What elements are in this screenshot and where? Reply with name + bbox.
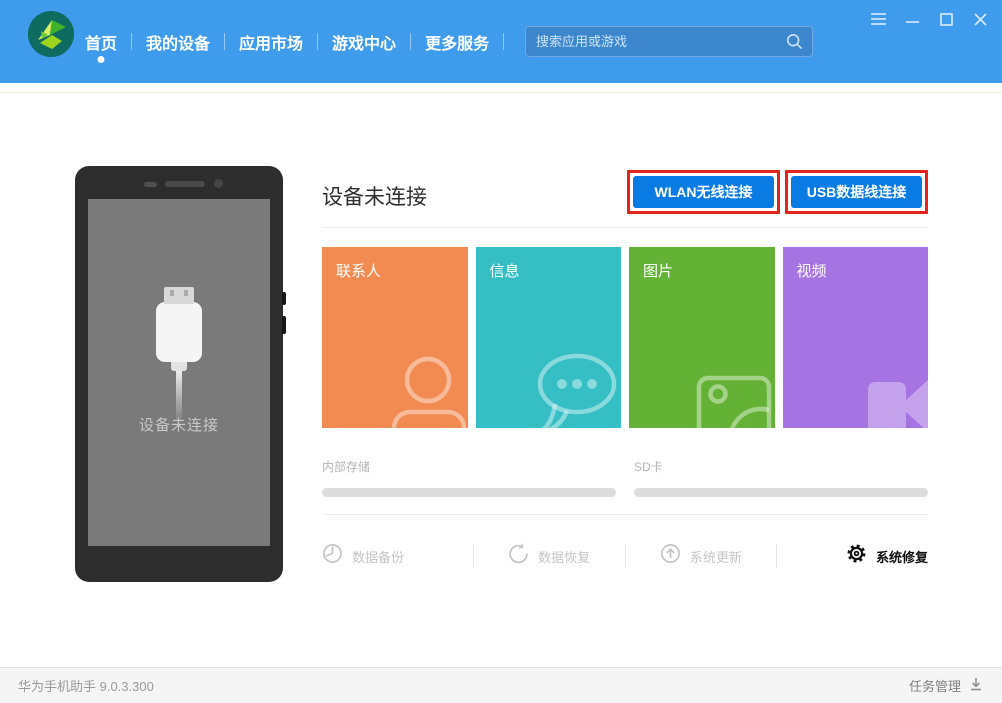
action-data-backup[interactable]: 数据备份 [322,543,473,569]
nav-item-label: 更多服务 [425,35,490,53]
nav-item-label: 首页 [85,35,118,53]
internal-storage: 内部存储 [322,458,616,497]
task-manager-label: 任务管理 [908,679,961,694]
backup-clock-icon [322,543,343,569]
nav-item-label: 游戏中心 [332,35,397,53]
status-bar: 华为手机助手 9.0.3.300 任务管理 [0,667,1002,703]
action-system-update[interactable]: 系统更新 [626,543,777,569]
nav-item-label: 应用市场 [239,35,304,53]
phone-screen: 设备未连接 [88,199,270,546]
pictures-icon [695,374,773,428]
action-data-restore[interactable]: 数据恢复 [474,543,625,569]
messages-icon [511,340,621,428]
nav-item-home[interactable]: 首页 [85,30,131,63]
nav-separator [503,33,505,50]
active-tab-dot [97,55,105,63]
contacts-icon [364,350,468,428]
nav-item-my-devices[interactable]: 我的设备 [132,30,224,54]
phone-power-button [282,316,286,334]
tile-label: 联系人 [336,263,382,280]
quick-actions-row: 数据备份 数据恢复 系统更新 系统修复 [322,541,928,571]
sd-card-storage: SD卡 [634,458,928,497]
internal-storage-bar [322,488,616,497]
header-underline [0,92,1002,93]
category-tiles: 联系人 信息 图片 视频 [322,247,928,428]
header-bar: 首页 我的设备 应用市场 游戏中心 更多服务 [0,0,1002,83]
page-title: 设备未连接 [322,186,427,209]
hisuite-logo-icon[interactable] [28,11,74,57]
search-icon[interactable] [786,33,803,50]
minimize-icon[interactable] [902,10,922,28]
tile-videos[interactable]: 视频 [782,247,928,428]
highlight-box: USB数据线连接 [785,170,928,214]
phone-status-text: 设备未连接 [138,417,219,434]
divider [322,227,928,228]
phone-illustration: 设备未连接 [75,166,286,582]
restore-arrow-icon [508,543,529,569]
phone-speaker [165,181,205,187]
nav-item-label: 我的设备 [146,35,211,53]
task-manager-button[interactable]: 任务管理 [909,676,984,695]
window-controls [868,10,990,28]
tile-label: 信息 [489,263,520,280]
download-icon [968,676,984,695]
phone-volume-button [282,292,286,305]
maximize-icon[interactable] [936,10,956,28]
videos-icon [844,354,928,428]
storage-label: SD卡 [634,460,663,474]
nav-item-game-center[interactable]: 游戏中心 [318,30,410,54]
tile-messages[interactable]: 信息 [475,247,621,428]
connect-buttons-row: WLAN无线连接 USB数据线连接 [627,170,928,214]
action-label: 数据备份 [352,549,405,565]
action-label: 数据恢复 [538,549,591,565]
search-box [525,26,813,57]
nav-item-more-services[interactable]: 更多服务 [411,30,503,54]
action-system-repair[interactable]: 系统修复 [777,543,928,569]
action-label: 系统更新 [689,549,742,565]
tile-pictures[interactable]: 图片 [629,247,775,428]
phone-front-camera [214,179,223,188]
storage-label: 内部存储 [322,460,371,474]
usb-connect-button[interactable]: USB数据线连接 [791,176,922,208]
storage-section: 内部存储 SD卡 [322,458,928,497]
main-nav: 首页 我的设备 应用市场 游戏中心 更多服务 [85,0,505,83]
sd-card-storage-bar [634,488,928,497]
divider [322,514,928,515]
phone-sensor [144,182,157,187]
update-arrow-icon [660,543,681,569]
tile-label: 图片 [643,263,674,280]
action-label: 系统修复 [875,549,928,565]
tile-contacts[interactable]: 联系人 [322,247,468,428]
menu-icon[interactable] [868,10,888,28]
highlight-box: WLAN无线连接 [627,170,780,214]
wlan-connect-button[interactable]: WLAN无线连接 [633,176,774,208]
repair-gear-icon [846,543,867,569]
nav-item-app-market[interactable]: 应用市场 [225,30,317,54]
usb-cable-icon [88,287,270,423]
close-icon[interactable] [970,10,990,28]
app-version-text: 华为手机助手 9.0.3.300 [18,679,154,694]
tile-label: 视频 [796,263,827,280]
search-input[interactable] [526,34,786,49]
